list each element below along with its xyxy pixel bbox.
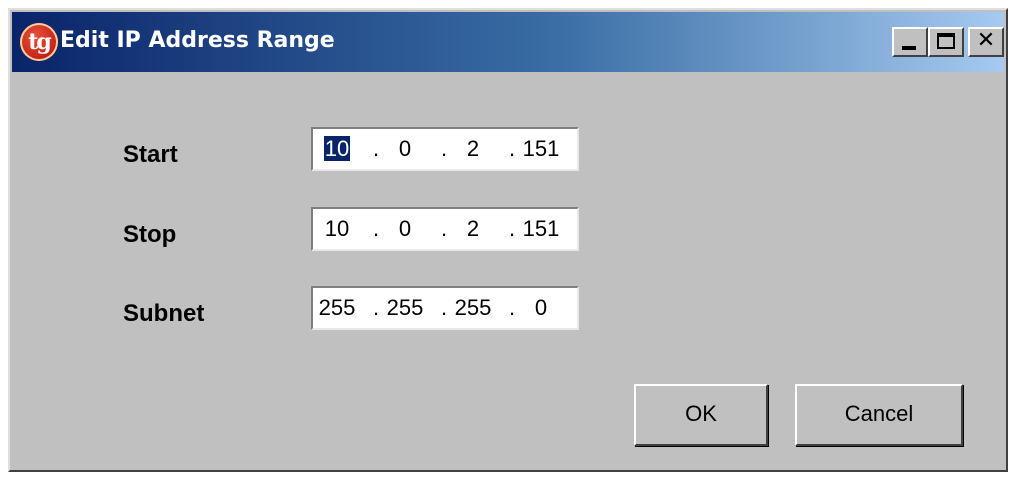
octet-separator: . xyxy=(440,295,448,320)
app-logo-icon[interactable]: tg xyxy=(20,23,58,61)
start-octet-1[interactable]: 10 xyxy=(315,135,359,163)
stop-ip-field[interactable]: 10 . 0 . 2 . 151 xyxy=(311,207,579,251)
start-ip-field[interactable]: 10 . 0 . 2 . 151 xyxy=(311,127,579,171)
octet-separator: . xyxy=(440,216,448,241)
maximize-button[interactable] xyxy=(928,27,964,57)
stop-octet-2[interactable]: 0 xyxy=(383,215,427,243)
start-octet-2[interactable]: 0 xyxy=(383,135,427,163)
start-octet-4[interactable]: 151 xyxy=(519,135,563,163)
selected-text: 10 xyxy=(323,136,351,161)
minimize-icon xyxy=(902,46,916,50)
close-icon: ✕ xyxy=(976,28,996,53)
subnet-octet-1[interactable]: 255 xyxy=(315,294,359,322)
octet-separator: . xyxy=(508,295,516,320)
stop-octet-1[interactable]: 10 xyxy=(315,215,359,243)
octet-separator: . xyxy=(372,295,380,320)
octet-separator: . xyxy=(508,216,516,241)
close-button[interactable]: ✕ xyxy=(968,27,1004,57)
start-label: Start xyxy=(123,141,178,168)
stop-octet-3[interactable]: 2 xyxy=(451,215,495,243)
window-title: Edit IP Address Range xyxy=(60,28,335,53)
start-octet-3[interactable]: 2 xyxy=(451,135,495,163)
stop-label: Stop xyxy=(123,221,177,248)
octet-separator: . xyxy=(372,216,380,241)
minimize-button[interactable] xyxy=(892,27,928,57)
subnet-octet-3[interactable]: 255 xyxy=(451,294,495,322)
subnet-ip-field[interactable]: 255 . 255 . 255 . 0 xyxy=(311,286,579,330)
octet-separator: . xyxy=(372,136,380,161)
octet-separator: . xyxy=(440,136,448,161)
subnet-label: Subnet xyxy=(123,300,205,327)
subnet-octet-2[interactable]: 255 xyxy=(383,294,427,322)
cancel-button[interactable]: Cancel xyxy=(795,384,963,446)
stop-octet-4[interactable]: 151 xyxy=(519,215,563,243)
dialog-window: tg Edit IP Address Range ✕ Start 10 . 0 … xyxy=(8,8,1008,472)
maximize-icon xyxy=(937,33,955,49)
octet-separator: . xyxy=(508,136,516,161)
title-bar[interactable]: tg Edit IP Address Range ✕ xyxy=(12,12,1004,72)
subnet-octet-4[interactable]: 0 xyxy=(519,294,563,322)
ok-button[interactable]: OK xyxy=(634,384,768,446)
